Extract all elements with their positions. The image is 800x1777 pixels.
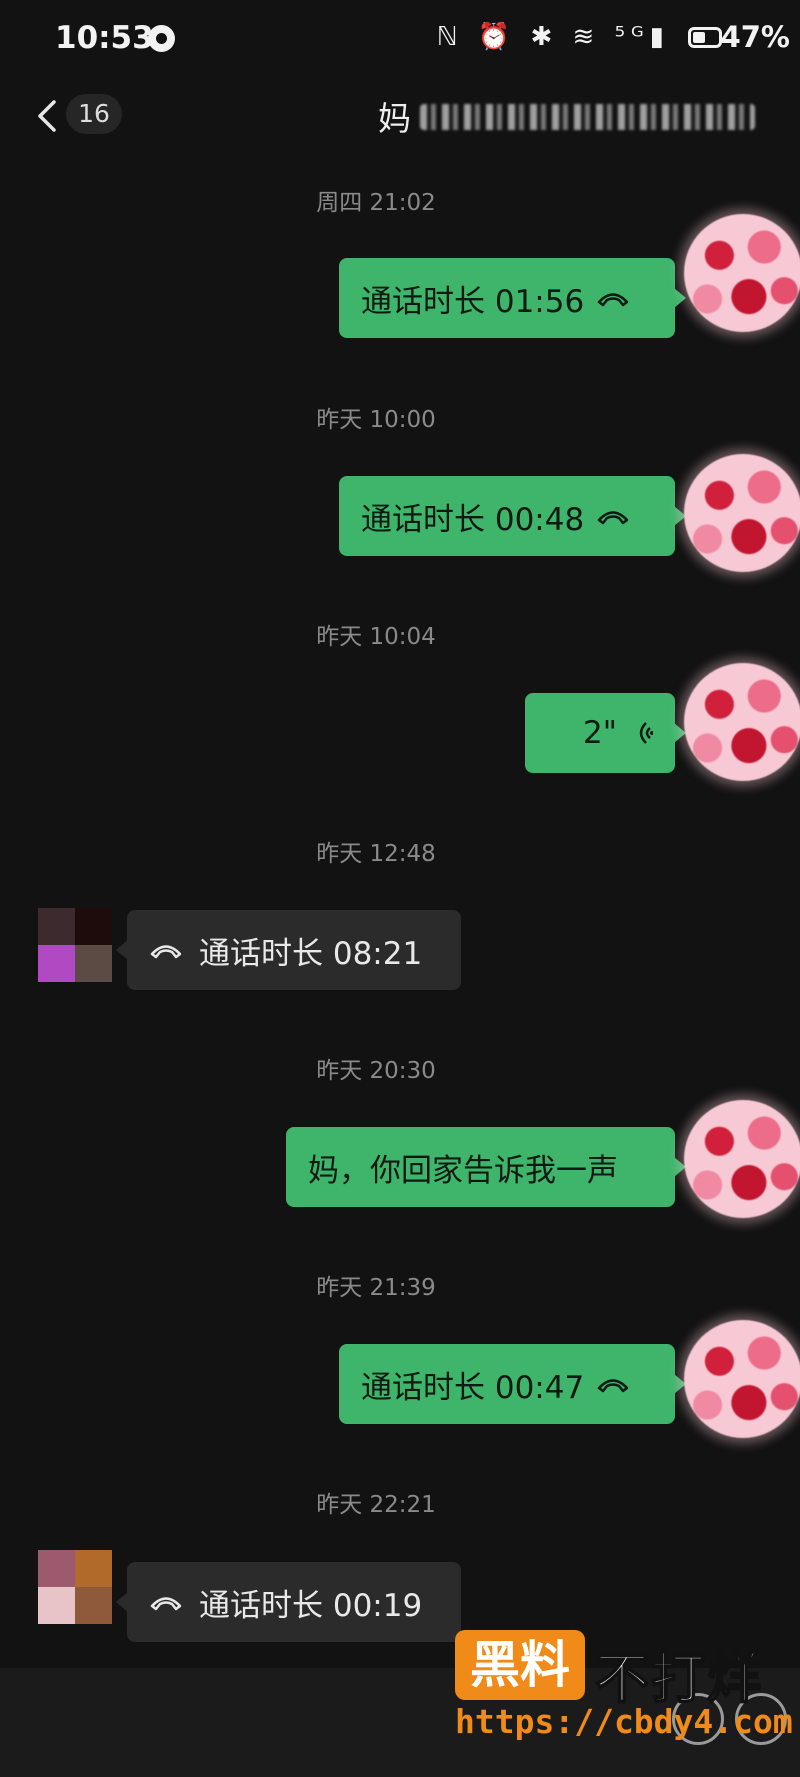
call-record-bubble[interactable]: 通话时长 00:48 <box>339 476 686 556</box>
unread-count-badge[interactable]: 16 <box>66 94 122 134</box>
call-record-bubble[interactable]: 通话时长 01:56 <box>339 258 686 338</box>
message-timestamp: 昨天 22:21 <box>316 1492 436 1518</box>
phone-hangup-icon <box>150 945 182 959</box>
watermark-logo: 黑料 <box>455 1630 585 1700</box>
notification-icon <box>148 25 175 52</box>
text-message-bubble[interactable]: 妈，你回家告诉我一声 <box>286 1127 686 1207</box>
redacted-title <box>420 104 755 130</box>
call-duration-text: 通话时长 00:47 <box>361 1369 585 1406</box>
phone-hangup-icon <box>597 511 629 525</box>
phone-hangup-icon <box>597 293 629 307</box>
call-record-bubble[interactable]: 通话时长 00:47 <box>339 1344 686 1424</box>
battery-icon <box>688 27 722 48</box>
message-timestamp: 昨天 10:04 <box>316 624 436 650</box>
voice-message-bubble[interactable]: 2" <box>525 693 686 773</box>
avatar[interactable] <box>684 454 800 572</box>
status-time: 10:53 <box>55 20 154 56</box>
phone-hangup-icon <box>597 1379 629 1393</box>
contact-avatar[interactable] <box>38 1550 112 1624</box>
chat-title: 妈 <box>378 99 411 138</box>
message-timestamp: 昨天 12:48 <box>316 841 436 867</box>
call-duration-text: 通话时长 01:56 <box>361 283 585 320</box>
message-timestamp: 周四 21:02 <box>316 190 436 216</box>
avatar[interactable] <box>684 663 800 781</box>
battery-percentage: 47% <box>720 20 790 54</box>
message-timestamp: 昨天 21:39 <box>316 1275 436 1301</box>
voice-duration-text: 2" <box>583 715 617 751</box>
back-icon[interactable] <box>30 98 66 134</box>
status-bar: 10:53 ℕ ⏰ ✱ ≋ ⁵ᴳ▮ 47% <box>0 0 800 72</box>
message-timestamp: 昨天 20:30 <box>316 1058 436 1084</box>
status-icons: ℕ ⏰ ✱ ≋ ⁵ᴳ▮ <box>436 22 670 52</box>
call-record-bubble[interactable]: 通话时长 08:21 <box>116 910 461 990</box>
avatar[interactable] <box>684 1320 800 1438</box>
voice-wave-icon <box>639 722 653 744</box>
phone-hangup-icon <box>150 1597 182 1611</box>
call-record-bubble[interactable]: 通话时长 00:19 <box>116 1562 461 1642</box>
watermark: 黑料 不打烊 https://cbdy4.com <box>455 1630 793 1750</box>
avatar[interactable] <box>684 1100 800 1218</box>
call-duration-text: 通话时长 00:48 <box>361 501 585 538</box>
call-duration-text: 通话时长 08:21 <box>199 935 423 972</box>
contact-avatar[interactable] <box>38 908 112 982</box>
message-text: 妈，你回家告诉我一声 <box>308 1152 618 1189</box>
chat-header: 16 妈 <box>0 80 800 150</box>
watermark-url: https://cbdy4.com <box>455 1702 793 1741</box>
avatar[interactable] <box>684 214 800 332</box>
message-timestamp: 昨天 10:00 <box>316 407 436 433</box>
call-duration-text: 通话时长 00:19 <box>199 1587 423 1624</box>
